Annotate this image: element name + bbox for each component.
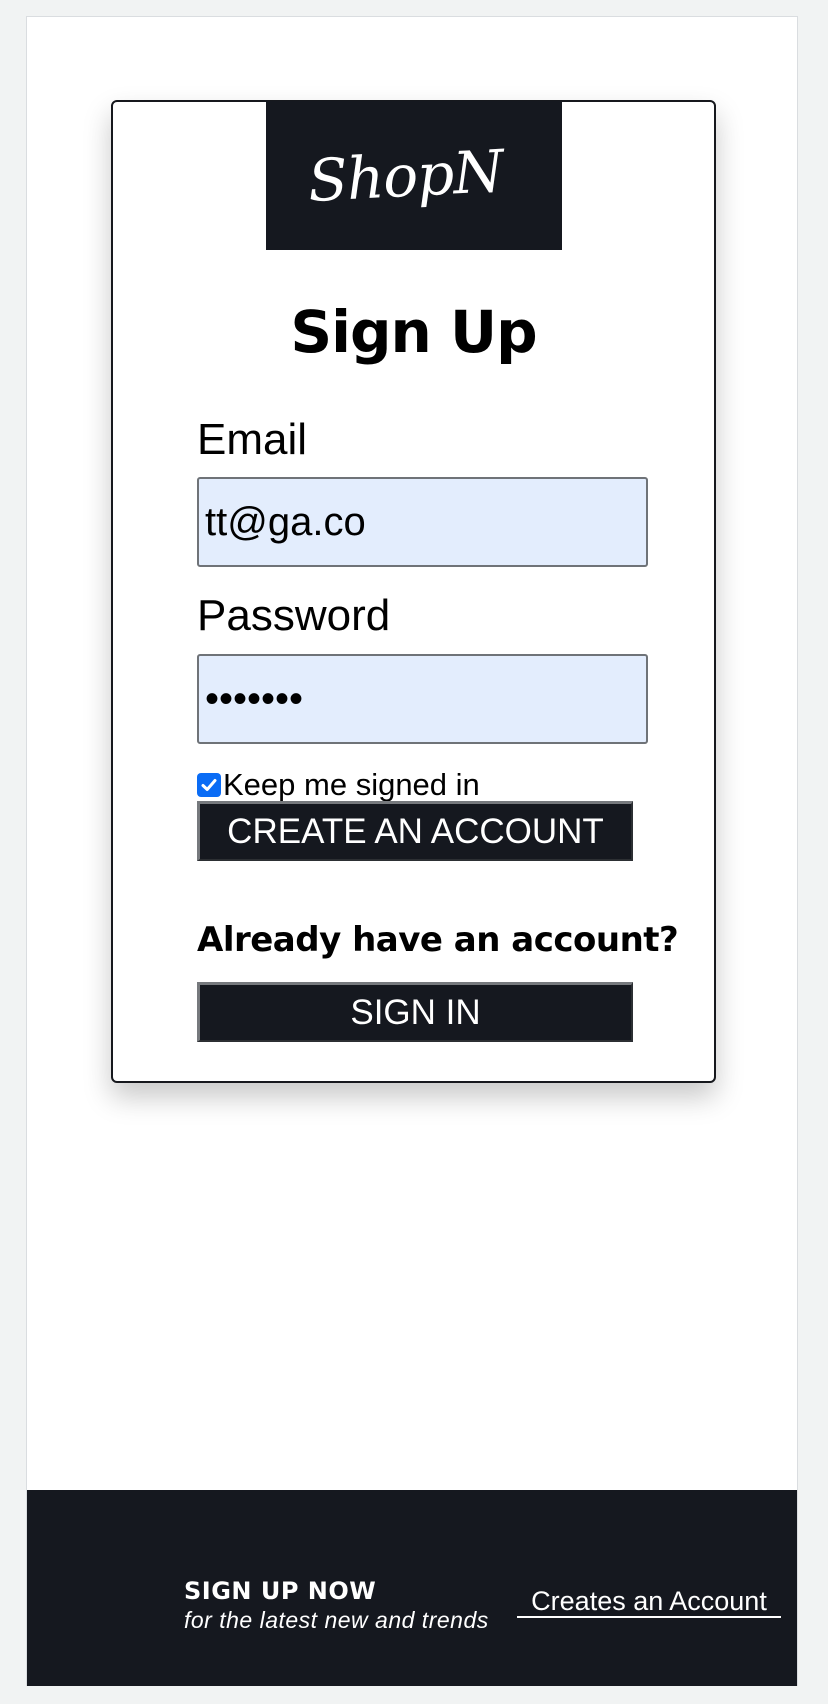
logo-text: ShopN <box>305 136 505 215</box>
footer: SIGN UP NOW for the latest new and trend… <box>27 1490 797 1686</box>
page: ShopN Sign Up Email Password ••••••• Kee… <box>26 16 798 1686</box>
password-dots: ••••••• <box>205 676 304 721</box>
already-have-account-text: Already have an account? <box>197 920 679 960</box>
create-account-button[interactable]: CREATE AN ACCOUNT <box>197 801 633 861</box>
email-label: Email <box>197 415 308 464</box>
footer-title: SIGN UP NOW <box>184 1577 377 1605</box>
keep-signed-in-label: Keep me signed in <box>223 767 480 802</box>
keep-signed-in-checkbox[interactable] <box>197 773 221 797</box>
email-field[interactable] <box>197 477 648 567</box>
password-label: Password <box>197 591 391 640</box>
checkmark-icon <box>201 779 217 791</box>
password-field[interactable]: ••••••• <box>197 654 648 744</box>
keep-signed-in[interactable]: Keep me signed in <box>197 767 480 803</box>
shopn-logo: ShopN <box>266 101 562 250</box>
footer-create-account-link[interactable]: Creates an Account <box>517 1586 781 1618</box>
signup-card: ShopN Sign Up Email Password ••••••• Kee… <box>111 100 716 1083</box>
footer-subtitle: for the latest new and trends <box>184 1607 489 1633</box>
page-title: Sign Up <box>290 298 537 366</box>
sign-in-button[interactable]: SIGN IN <box>197 982 633 1042</box>
